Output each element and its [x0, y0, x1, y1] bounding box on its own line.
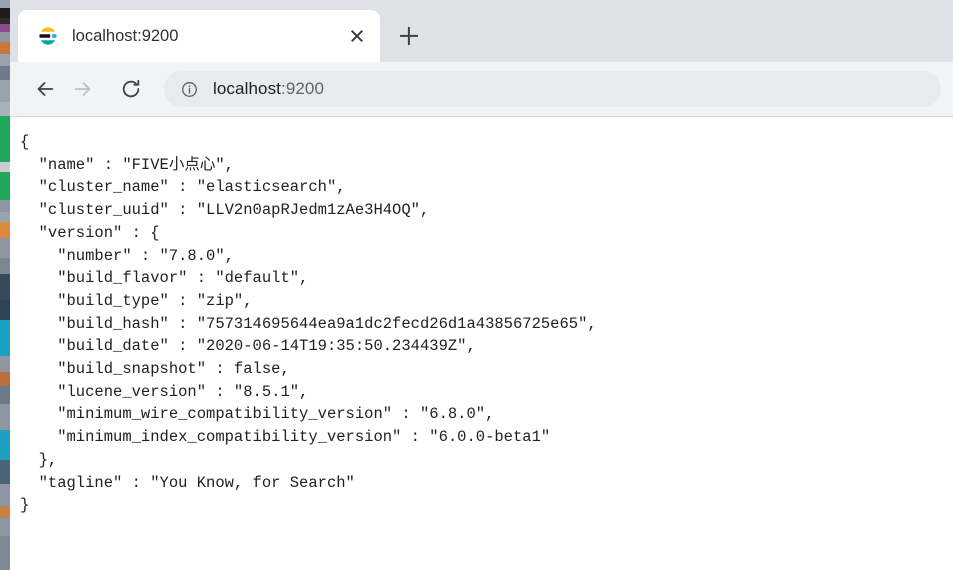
background-window-sliver: [0, 0, 10, 570]
address-bar[interactable]: localhost:9200: [164, 71, 941, 107]
close-icon[interactable]: [344, 23, 370, 49]
background-window-segment: [0, 518, 10, 536]
url-port: :9200: [281, 79, 325, 98]
background-window-segment: [0, 0, 10, 8]
background-window-segment: [0, 536, 10, 560]
forward-button[interactable]: [64, 70, 102, 108]
background-window-segment: [0, 258, 10, 274]
background-window-segment: [0, 212, 10, 222]
background-window-segment: [0, 274, 10, 300]
background-window-segment: [0, 222, 10, 238]
elasticsearch-favicon-icon: [38, 26, 58, 46]
page-content: { "name" : "FIVE小点心", "cluster_name" : "…: [10, 117, 953, 570]
background-window-segment: [0, 320, 10, 356]
reload-icon: [120, 78, 142, 100]
arrow-left-icon: [34, 78, 56, 100]
background-window-segment: [0, 24, 10, 32]
url-text: localhost:9200: [213, 79, 324, 99]
background-window-segment: [0, 372, 10, 386]
background-window-segment: [0, 162, 10, 172]
background-window-segment: [0, 484, 10, 506]
background-window-segment: [0, 42, 10, 54]
background-window-segment: [0, 200, 10, 212]
browser-window: localhost:9200 localhost:9200 {"name":…: [10, 0, 953, 570]
background-window-segment: [0, 66, 10, 80]
tab-strip: localhost:9200: [10, 0, 953, 62]
background-window-segment: [0, 116, 10, 162]
background-window-segment: [0, 430, 10, 460]
browser-toolbar: localhost:9200: [10, 62, 953, 117]
url-host: localhost: [213, 79, 281, 98]
background-window-segment: [0, 54, 10, 66]
background-window-segment: [0, 506, 10, 518]
json-response-body: { "name" : "FIVE小点心", "cluster_name" : "…: [20, 133, 597, 515]
new-tab-button[interactable]: [394, 21, 424, 51]
arrow-right-icon: [72, 78, 94, 100]
tab-title: localhost:9200: [72, 26, 179, 45]
tab-localhost-9200[interactable]: localhost:9200: [18, 10, 380, 62]
reload-button[interactable]: [112, 70, 150, 108]
background-window-segment: [0, 102, 10, 116]
background-window-segment: [0, 238, 10, 258]
back-button[interactable]: [26, 70, 64, 108]
info-circle-icon[interactable]: [180, 80, 199, 99]
background-window-segment: [0, 80, 10, 102]
background-window-segment: [0, 386, 10, 404]
background-window-segment: [0, 460, 10, 484]
background-window-segment: [0, 8, 10, 18]
background-window-segment: [0, 404, 10, 430]
background-window-segment: [0, 172, 10, 200]
background-window-segment: [0, 32, 10, 42]
background-window-segment: [0, 300, 10, 320]
background-window-segment: [0, 560, 10, 570]
background-window-segment: [0, 356, 10, 372]
